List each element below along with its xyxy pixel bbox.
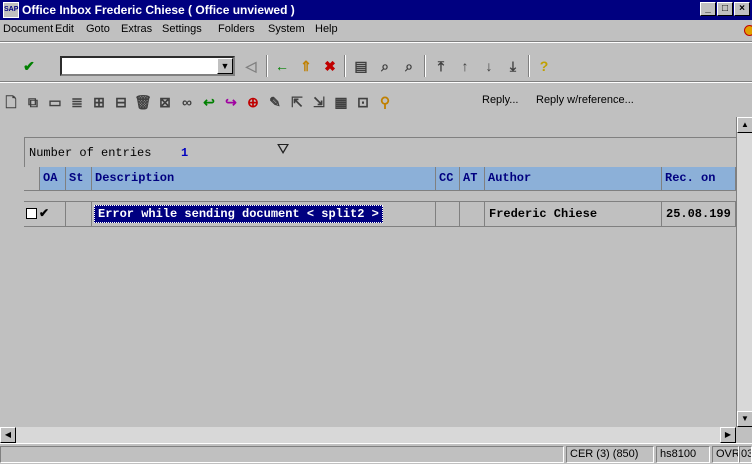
status-time: 03:10PM (739, 446, 752, 463)
status-system: CER (3) (850) (566, 446, 654, 463)
row-select-checkbox[interactable] (26, 208, 37, 220)
status-message (0, 446, 564, 463)
scroll-corner (736, 427, 752, 443)
entries-count: 1 (181, 146, 189, 160)
entries-label: Number of entries (29, 146, 152, 160)
new-document-icon[interactable]: 🗋 (0, 91, 22, 113)
row-oa-cell[interactable]: ✔ (24, 201, 66, 227)
entries-bar: Number of entries 1 ⛛ (24, 137, 736, 167)
layout-icon[interactable]: ▦ (330, 91, 352, 113)
row-selector-header[interactable] (24, 167, 40, 191)
column-header-at[interactable]: AT (460, 167, 485, 191)
vertical-scrollbar[interactable]: ▲ ▼ (736, 117, 752, 427)
last-page-icon[interactable]: ⤓ (502, 55, 524, 77)
user-icon[interactable]: ⚲ (374, 91, 396, 113)
stamp-icon[interactable]: ⊕ (242, 91, 264, 113)
command-field[interactable]: ▼ (60, 56, 235, 76)
menu-goto[interactable]: Goto (86, 23, 110, 35)
status-mode: OVR (712, 446, 739, 463)
attributes-icon[interactable]: ⊡ (352, 91, 374, 113)
folder-structure-icon[interactable]: ⊟ (110, 91, 132, 113)
command-input[interactable] (62, 58, 216, 74)
column-header-rec-on[interactable]: Rec. on (662, 167, 736, 191)
find-next-icon[interactable]: ⌕ (398, 55, 420, 77)
standard-toolbar: ✔ ▼ ◁ ← ⇑ ✖ ▤ ⌕ ⌕ ⤒ ↑ ↓ ⤓ ? (0, 45, 752, 79)
frame-document-icon[interactable]: ▭ (44, 91, 66, 113)
status-bar: CER (3) (850) hs8100 OVR 03:10PM (0, 443, 752, 464)
next-page-icon[interactable]: ↓ (478, 55, 500, 77)
filter-delete-icon[interactable]: ⊠ (154, 91, 176, 113)
column-header-description[interactable]: Description (92, 167, 436, 191)
row-description-cell[interactable]: Error while sending document < split2 > (92, 201, 436, 227)
first-page-icon[interactable]: ⤒ (430, 55, 452, 77)
title-bar: SAP Office Inbox Frederic Chiese ( Offic… (0, 0, 752, 20)
cancel-icon[interactable]: ✖ (319, 55, 341, 77)
reply-button[interactable]: Reply... (482, 94, 518, 106)
status-server: hs8100 (656, 446, 710, 463)
column-header-st[interactable]: St (66, 167, 92, 191)
horizontal-scrollbar[interactable]: ◀ ▶ (0, 427, 736, 443)
command-dropdown-icon[interactable]: ▼ (217, 58, 233, 74)
hierarchy-icon[interactable]: ⊞ (88, 91, 110, 113)
back-disabled-icon: ◁ (245, 58, 257, 74)
copy-document-icon[interactable]: ⧉ (22, 91, 44, 113)
menu-separator (0, 41, 752, 43)
toolbar-separator (344, 55, 346, 77)
toolbar-separator (266, 55, 268, 77)
oa-check-mark: ✔ (39, 207, 50, 221)
reply-with-reference-button[interactable]: Reply w/reference... (536, 94, 634, 106)
menu-system[interactable]: System (268, 23, 305, 35)
stack-icon[interactable]: ≣ (66, 91, 88, 113)
move-icon[interactable]: ⇲ (308, 91, 330, 113)
menu-extras[interactable]: Extras (121, 23, 152, 35)
enter-check-icon[interactable]: ✔ (18, 55, 40, 77)
scroll-right-icon[interactable]: ▶ (720, 427, 736, 443)
scroll-left-icon[interactable]: ◀ (0, 427, 16, 443)
row-st-cell (66, 201, 92, 227)
menu-document[interactable]: Document (3, 23, 53, 35)
column-header-oa[interactable]: OA (40, 167, 66, 191)
print-icon[interactable]: ▤ (350, 55, 372, 77)
edit-document-icon[interactable]: ✎ (264, 91, 286, 113)
application-toolbar: 🗋 ⧉ ▭ ≣ ⊞ ⊟ 🗑 ⊠ ∞ ↩ ↪ ⊕ ✎ ⇱ ⇲ ▦ ⊡ ⚲ Repl… (0, 87, 752, 117)
inbox-area: Number of entries 1 ⛛ OA St Description … (0, 117, 752, 443)
traffic-light-icon (744, 25, 752, 36)
toolbar-separator (424, 55, 426, 77)
menu-bar: Document Edit Goto Extras Settings Folde… (0, 20, 752, 39)
scroll-up-icon[interactable]: ▲ (737, 117, 752, 133)
row-at-cell (460, 201, 485, 227)
link-icon[interactable]: ∞ (176, 91, 198, 113)
find-icon[interactable]: ⌕ (374, 55, 396, 77)
menu-folders[interactable]: Folders (218, 23, 255, 35)
minimize-icon[interactable]: _ (700, 2, 716, 16)
scroll-down-icon[interactable]: ▼ (737, 411, 752, 427)
row-author: Frederic Chiese (485, 201, 662, 227)
toolbar-separator (528, 55, 530, 77)
menu-settings[interactable]: Settings (162, 23, 202, 35)
window-title: Office Inbox Frederic Chiese ( Office un… (22, 3, 295, 17)
close-icon[interactable]: × (734, 2, 750, 16)
filter-icon[interactable]: ⛛ (273, 141, 293, 161)
maximize-icon[interactable]: □ (717, 2, 733, 16)
menu-help[interactable]: Help (315, 23, 338, 35)
resubmit-icon[interactable]: ⇱ (286, 91, 308, 113)
reply-icon[interactable]: ↩ (198, 91, 220, 113)
back-arrow-icon[interactable]: ← (271, 55, 293, 77)
forward-icon[interactable]: ↪ (220, 91, 242, 113)
toolbar-separator-line (0, 81, 752, 83)
column-header-cc[interactable]: CC (436, 167, 460, 191)
column-header-author[interactable]: Author (485, 167, 662, 191)
exit-icon[interactable]: ⇑ (295, 55, 317, 77)
menu-edit[interactable]: Edit (55, 23, 74, 35)
sap-logo-icon[interactable]: SAP (3, 2, 19, 18)
previous-page-icon[interactable]: ↑ (454, 55, 476, 77)
delete-icon[interactable]: 🗑 (132, 91, 154, 113)
row-cc-cell (436, 201, 460, 227)
help-icon[interactable]: ? (533, 55, 555, 77)
row-description[interactable]: Error while sending document < split2 > (94, 205, 383, 223)
row-rec-on: 25.08.199 (662, 201, 736, 227)
